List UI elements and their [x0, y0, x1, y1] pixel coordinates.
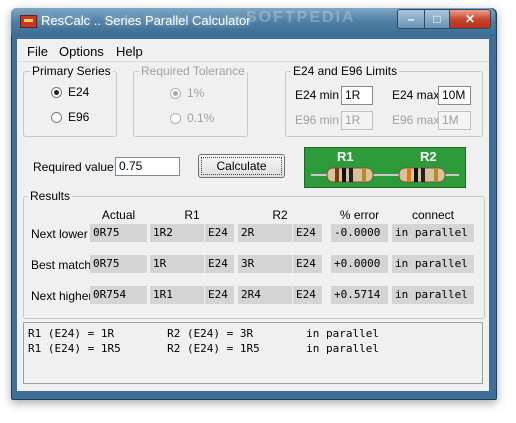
cell-actual: 0R754 — [90, 286, 147, 304]
e24-min-input[interactable]: 1R — [341, 86, 373, 105]
output-line: R1 (E24) = 1R5 R2 (E24) = 1R5 in paralle… — [28, 342, 379, 355]
cell-actual: 0R75 — [90, 255, 147, 273]
cell-r2: 3R — [238, 255, 292, 273]
cell-connect: in parallel — [392, 255, 474, 273]
radio-e96-label: E96 — [68, 110, 90, 124]
output-line: R1 (E24) = 1R R2 (E24) = 3R in parallel — [28, 327, 379, 340]
focus-rect — [201, 157, 282, 175]
menu-file[interactable]: File — [27, 44, 48, 59]
results-title: Results — [28, 189, 73, 203]
maximize-icon: □ — [433, 12, 441, 26]
calculate-button[interactable]: Calculate — [198, 154, 285, 178]
e96-max-input[interactable]: 1M — [438, 111, 471, 130]
cell-r2-series: E24 — [293, 286, 322, 304]
r2-label: R2 — [420, 149, 437, 164]
close-button[interactable]: ✕ — [449, 9, 491, 29]
output-textarea[interactable]: R1 (E24) = 1R R2 (E24) = 3R in parallel … — [23, 322, 483, 384]
e96-max-label: E96 max — [392, 113, 440, 127]
e24-min-label: E24 min — [295, 88, 340, 102]
header-connect: connect — [411, 208, 455, 222]
header-r2: R2 — [272, 208, 288, 222]
watermark-text: SOFTPEDIA — [246, 9, 356, 26]
limits-title: E24 and E96 Limits — [291, 64, 400, 78]
menu-help[interactable]: Help — [116, 44, 143, 59]
cell-r1: 1R2 — [150, 224, 204, 242]
minimize-button[interactable]: – — [397, 9, 425, 29]
header-r1: R1 — [184, 208, 200, 222]
header-actual: Actual — [101, 208, 136, 222]
cell-r1-series: E24 — [205, 286, 234, 304]
resistor-panel: R1 R2 — [304, 147, 466, 188]
radio-e24-label: E24 — [68, 85, 90, 99]
cell-connect: in parallel — [392, 224, 474, 242]
cell-r2: 2R4 — [238, 286, 292, 304]
radio-tolerance-01-label: 0.1% — [187, 111, 215, 125]
menu-options[interactable]: Options — [59, 44, 104, 59]
radio-tolerance-1[interactable] — [170, 88, 181, 99]
cell-actual: 0R75 — [90, 224, 147, 242]
primary-series-title: Primary Series — [30, 64, 113, 78]
minimize-icon: – — [407, 12, 415, 26]
e24-max-input[interactable]: 10M — [438, 86, 471, 105]
radio-e96[interactable] — [51, 112, 62, 123]
cell-r2-series: E24 — [293, 255, 322, 273]
cell-r1-series: E24 — [205, 224, 234, 242]
row-label-next-higher: Next higher — [31, 289, 93, 303]
app-icon[interactable] — [20, 15, 37, 28]
cell-error: +0.5714 — [331, 286, 388, 304]
e96-min-input[interactable]: 1R — [341, 111, 373, 130]
cell-r2: 2R — [238, 224, 292, 242]
cell-error: +0.0000 — [331, 255, 388, 273]
row-label-best-match: Best match — [31, 258, 92, 272]
cell-r1: 1R — [150, 255, 204, 273]
required-value-input[interactable]: 0.75 — [115, 157, 180, 176]
e96-min-label: E96 min — [295, 113, 340, 127]
cell-error: -0.0000 — [331, 224, 388, 242]
cell-r1-series: E24 — [205, 255, 234, 273]
close-icon: ✕ — [464, 12, 476, 26]
radio-tolerance-01[interactable] — [170, 113, 181, 124]
required-tolerance-group — [133, 71, 248, 137]
row-label-next-lower: Next lower — [31, 227, 88, 241]
cell-r1: 1R1 — [150, 286, 204, 304]
primary-series-group — [23, 71, 117, 137]
radio-tolerance-1-label: 1% — [187, 86, 205, 100]
resistors-icon — [311, 167, 459, 183]
cell-connect: in parallel — [392, 286, 474, 304]
e24-max-label: E24 max — [392, 88, 440, 102]
cell-r2-series: E24 — [293, 224, 322, 242]
maximize-button[interactable]: □ — [424, 9, 450, 29]
r1-label: R1 — [337, 149, 354, 164]
header-error: % error — [339, 208, 380, 222]
radio-e24[interactable] — [51, 87, 62, 98]
required-tolerance-title: Required Tolerance — [139, 64, 247, 78]
window-title: ResCalc .. Series Parallel Calculator — [41, 13, 251, 28]
required-value-label: Required value: — [33, 160, 118, 174]
